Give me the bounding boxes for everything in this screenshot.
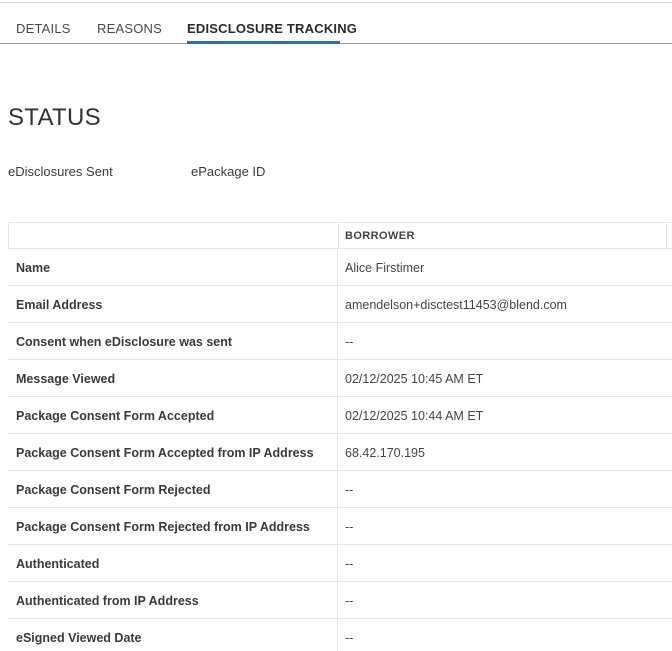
row-label: Package Consent Form Accepted (16, 409, 215, 423)
table-row: Authenticated from IP Address -- (8, 582, 672, 619)
row-label: Email Address (16, 298, 103, 312)
tab-details[interactable]: DETAILS (16, 21, 71, 36)
row-value: -- (345, 335, 354, 349)
row-label: Package Consent Form Rejected from IP Ad… (16, 520, 310, 534)
row-label: Authenticated (16, 557, 100, 571)
row-label: Package Consent Form Accepted from IP Ad… (16, 446, 314, 460)
table-row: Package Consent Form Accepted 02/12/2025… (8, 397, 672, 434)
row-value: -- (345, 520, 354, 534)
table-row: Authenticated -- (8, 545, 672, 582)
edisclosure-tracking-page: DETAILS REASONS EDISCLOSURE TRACKING STA… (0, 0, 672, 651)
tab-bar: DETAILS REASONS EDISCLOSURE TRACKING (0, 3, 672, 44)
table-row: Email Address amendelson+disctest11453@b… (8, 286, 672, 323)
row-label: Consent when eDisclosure was sent (16, 335, 233, 349)
table-row: Package Consent Form Rejected from IP Ad… (8, 508, 672, 545)
edisclosures-sent-label: eDisclosures Sent (8, 164, 113, 179)
header-borrower-cell: BORROWER (338, 223, 667, 248)
row-value: -- (345, 631, 354, 645)
table-row: eSigned Viewed Date -- (8, 619, 672, 651)
row-value: 02/12/2025 10:45 AM ET (345, 372, 484, 386)
tab-reasons[interactable]: REASONS (97, 21, 162, 36)
row-value: -- (345, 483, 354, 497)
epackage-id-label: ePackage ID (191, 164, 266, 179)
row-label: Authenticated from IP Address (16, 594, 199, 608)
table-row: Package Consent Form Accepted from IP Ad… (8, 434, 672, 471)
tracking-table: BORROWER Name Alice Firstimer Email Addr… (8, 222, 672, 651)
column-header-borrower: BORROWER (345, 230, 415, 242)
row-value: 02/12/2025 10:44 AM ET (345, 409, 484, 423)
table-row: Package Consent Form Rejected -- (8, 471, 672, 508)
row-value: -- (345, 557, 354, 571)
row-value: 68.42.170.195 (345, 446, 425, 460)
row-value: amendelson+disctest11453@blend.com (345, 298, 567, 312)
row-value: Alice Firstimer (345, 261, 425, 275)
table-header-row: BORROWER (8, 223, 672, 249)
table-row: Consent when eDisclosure was sent -- (8, 323, 672, 360)
row-label: Name (16, 261, 51, 275)
status-heading: STATUS (8, 104, 101, 131)
row-label: Message Viewed (16, 372, 116, 386)
header-label-cell (8, 223, 339, 248)
tab-edisclosure-tracking[interactable]: EDISCLOSURE TRACKING (187, 21, 357, 36)
row-value: -- (345, 594, 354, 608)
table-row: Name Alice Firstimer (8, 249, 672, 286)
table-row: Message Viewed 02/12/2025 10:45 AM ET (8, 360, 672, 397)
active-tab-indicator (187, 41, 340, 44)
row-label: Package Consent Form Rejected (16, 483, 211, 497)
row-label: eSigned Viewed Date (16, 631, 142, 645)
